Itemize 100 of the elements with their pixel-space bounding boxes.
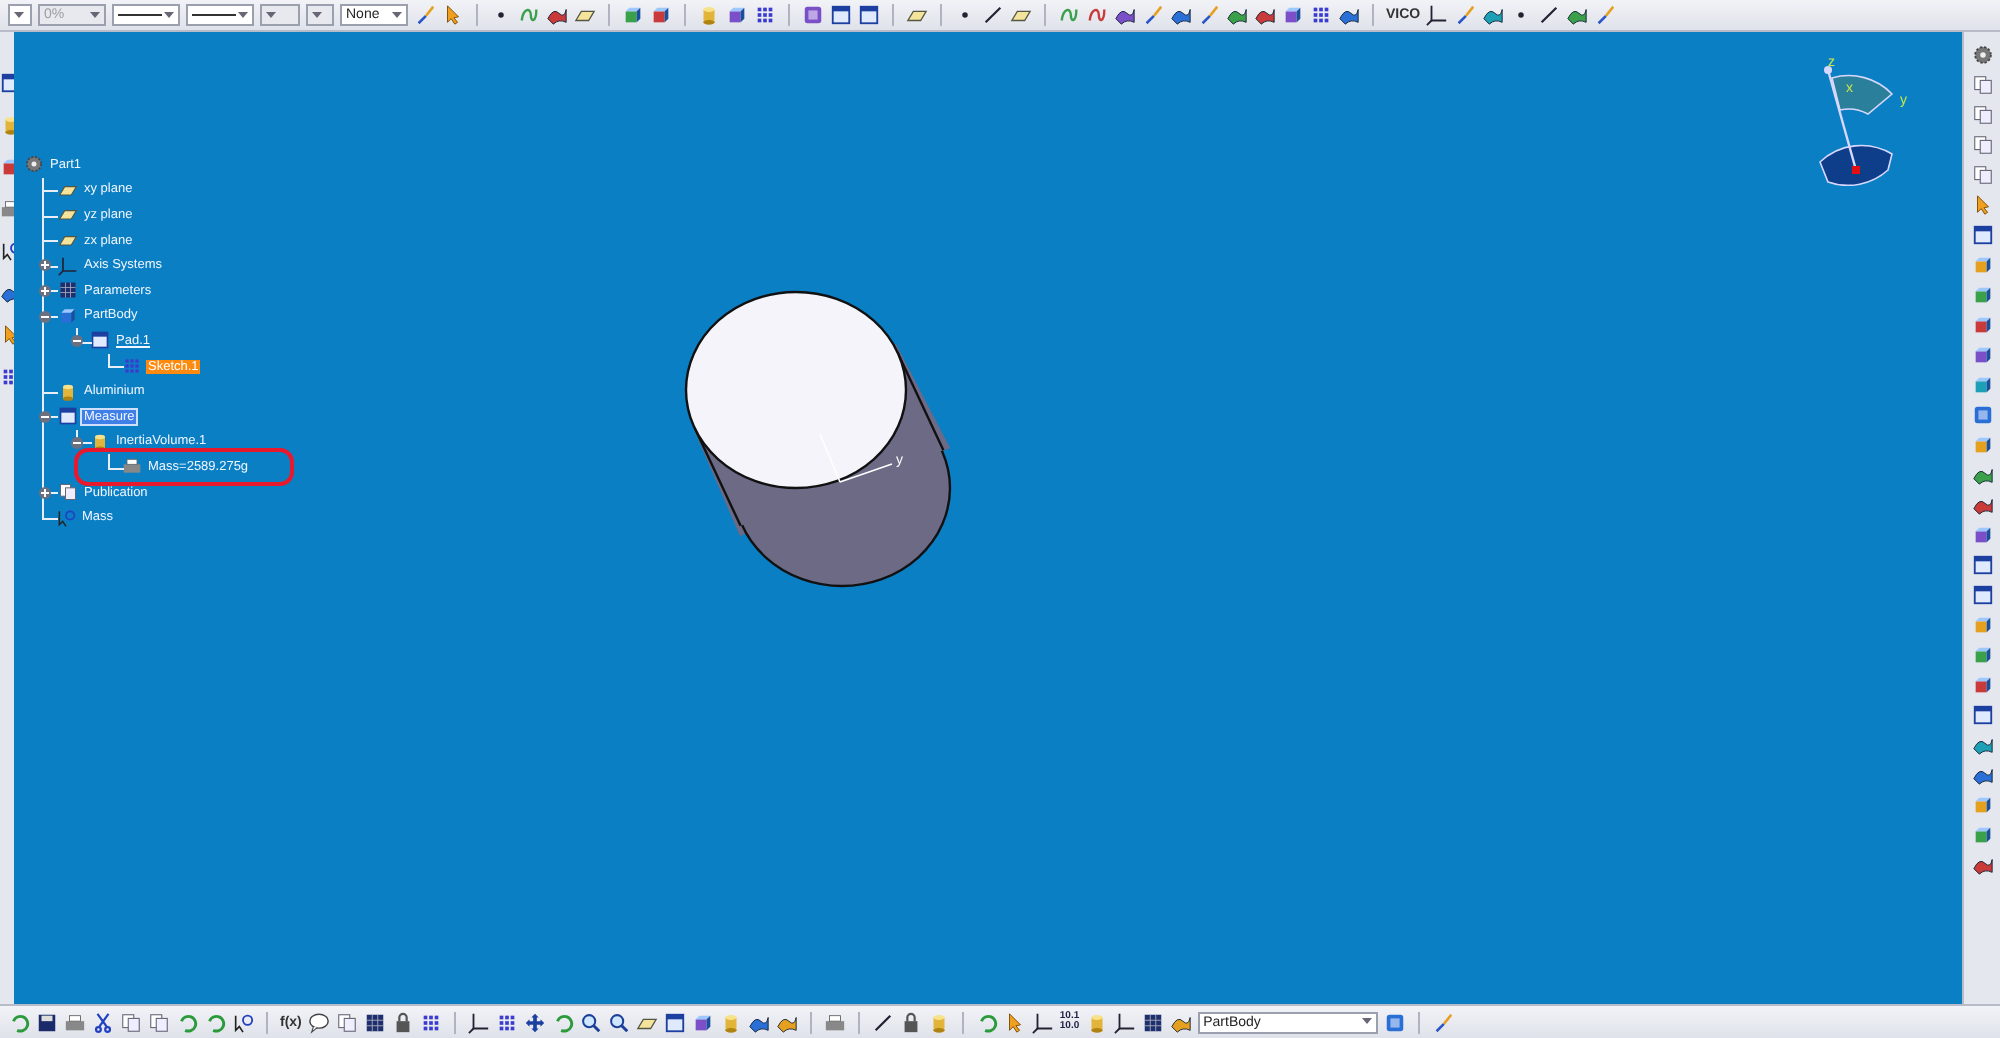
bubble-icon[interactable]	[307, 1011, 330, 1033]
brush-icon[interactable]	[1431, 1011, 1454, 1033]
grid-icon[interactable]	[419, 1011, 442, 1033]
line-icon[interactable]	[1538, 4, 1561, 26]
window-icon[interactable]	[663, 1011, 686, 1033]
surface-icon[interactable]	[1482, 4, 1505, 26]
brush-icon[interactable]	[1454, 4, 1477, 26]
line-icon[interactable]	[871, 1011, 894, 1033]
surface-icon[interactable]	[775, 1011, 798, 1033]
sheets-icon[interactable]	[1971, 104, 1993, 126]
cube-icon[interactable]	[1971, 614, 1993, 636]
gear-icon[interactable]	[1971, 44, 1993, 66]
sheets-icon[interactable]	[120, 1011, 142, 1033]
lock-icon[interactable]	[899, 1011, 922, 1033]
collapse-icon[interactable]	[38, 409, 52, 424]
pointer-icon[interactable]	[1971, 194, 1993, 216]
gear-icon[interactable]	[24, 154, 44, 175]
cube-icon[interactable]	[1971, 644, 1993, 666]
brush-icon[interactable]	[1198, 4, 1220, 26]
grid-icon[interactable]	[495, 1011, 518, 1033]
surface-icon[interactable]	[1338, 4, 1360, 26]
cube-icon[interactable]	[1971, 674, 1993, 696]
collapse-icon[interactable]	[38, 309, 52, 324]
cube-icon[interactable]	[58, 305, 78, 326]
axes-icon[interactable]	[1031, 1011, 1054, 1033]
undo-icon[interactable]	[975, 1011, 998, 1033]
zoom-icon[interactable]	[579, 1011, 602, 1033]
plane-icon[interactable]	[58, 230, 78, 251]
line-type-dropdown[interactable]	[112, 4, 180, 26]
cube-icon[interactable]	[1971, 254, 1993, 276]
cube-icon[interactable]	[650, 4, 672, 26]
printer-icon[interactable]	[823, 1011, 846, 1033]
lock-icon[interactable]	[391, 1011, 414, 1033]
sheets-icon[interactable]	[1971, 164, 1993, 186]
zoom-icon[interactable]	[607, 1011, 630, 1033]
cube-icon[interactable]	[1971, 284, 1993, 306]
axes-icon[interactable]	[1426, 4, 1449, 26]
surface-icon[interactable]	[1114, 4, 1136, 26]
table-icon[interactable]	[1141, 1011, 1164, 1033]
brush-icon[interactable]	[414, 4, 436, 26]
cylinder-icon[interactable]	[58, 381, 78, 402]
surface-icon[interactable]	[747, 1011, 770, 1033]
window-icon[interactable]	[1971, 554, 1993, 576]
printer-icon[interactable]	[122, 456, 142, 477]
surface-icon[interactable]	[1566, 4, 1589, 26]
window-icon[interactable]	[1971, 224, 1993, 246]
line-icon[interactable]	[982, 4, 1004, 26]
surface-icon[interactable]	[1226, 4, 1248, 26]
cylinder-icon[interactable]	[698, 4, 720, 26]
cylinder-icon[interactable]	[90, 431, 110, 452]
surface-icon[interactable]	[1971, 764, 1993, 786]
plane-icon[interactable]	[58, 204, 78, 225]
surface-icon[interactable]	[1971, 854, 1993, 876]
sheets-icon[interactable]	[1971, 74, 1993, 96]
sheets-icon[interactable]	[58, 482, 78, 503]
brush-icon[interactable]	[1594, 4, 1617, 26]
cube-icon[interactable]	[1282, 4, 1304, 26]
window-icon[interactable]	[90, 330, 110, 351]
axes-icon[interactable]	[1113, 1011, 1136, 1033]
surface-icon[interactable]	[1254, 4, 1276, 26]
cube-icon[interactable]	[1971, 374, 1993, 396]
surface-icon[interactable]	[1170, 4, 1192, 26]
pointer-icon[interactable]	[1003, 1011, 1026, 1033]
surface-icon[interactable]	[1169, 1011, 1192, 1033]
cube-icon[interactable]	[622, 4, 644, 26]
cube-icon[interactable]	[1971, 524, 1993, 546]
pointer-icon[interactable]	[442, 4, 464, 26]
move-icon[interactable]	[523, 1011, 546, 1033]
surface-icon[interactable]	[1971, 464, 1993, 486]
collapse-icon[interactable]	[70, 435, 84, 450]
expand-icon[interactable]	[38, 283, 52, 298]
sheets-icon[interactable]	[1971, 134, 1993, 156]
printer-icon[interactable]	[64, 1011, 86, 1033]
window-icon[interactable]	[58, 406, 78, 427]
surface-icon[interactable]	[1971, 494, 1993, 516]
window-icon[interactable]	[858, 4, 880, 26]
line-weight-dropdown[interactable]	[186, 4, 254, 26]
curve-icon[interactable]	[1086, 4, 1108, 26]
undo-icon[interactable]	[176, 1011, 198, 1033]
curve-icon[interactable]	[1058, 4, 1080, 26]
cube-icon[interactable]	[726, 4, 748, 26]
cube-icon[interactable]	[691, 1011, 714, 1033]
surface-icon[interactable]	[1971, 734, 1993, 756]
scissors-icon[interactable]	[92, 1011, 114, 1033]
cube-icon[interactable]	[1971, 794, 1993, 816]
sheets-icon[interactable]	[335, 1011, 358, 1033]
cube-icon[interactable]	[1971, 314, 1993, 336]
cube-icon[interactable]	[1971, 434, 1993, 456]
expand-icon[interactable]	[38, 485, 52, 500]
window-icon[interactable]	[1971, 584, 1993, 606]
cube-icon[interactable]	[1971, 344, 1993, 366]
cube-icon[interactable]	[1971, 824, 1993, 846]
grid-icon[interactable]	[754, 4, 776, 26]
sheets-icon[interactable]	[148, 1011, 170, 1033]
expand-icon[interactable]	[38, 258, 52, 273]
window-icon[interactable]	[830, 4, 852, 26]
collapse-icon[interactable]	[70, 334, 84, 349]
window-icon[interactable]	[1971, 704, 1993, 726]
axes-icon[interactable]	[467, 1011, 490, 1033]
brush-icon[interactable]	[1142, 4, 1164, 26]
